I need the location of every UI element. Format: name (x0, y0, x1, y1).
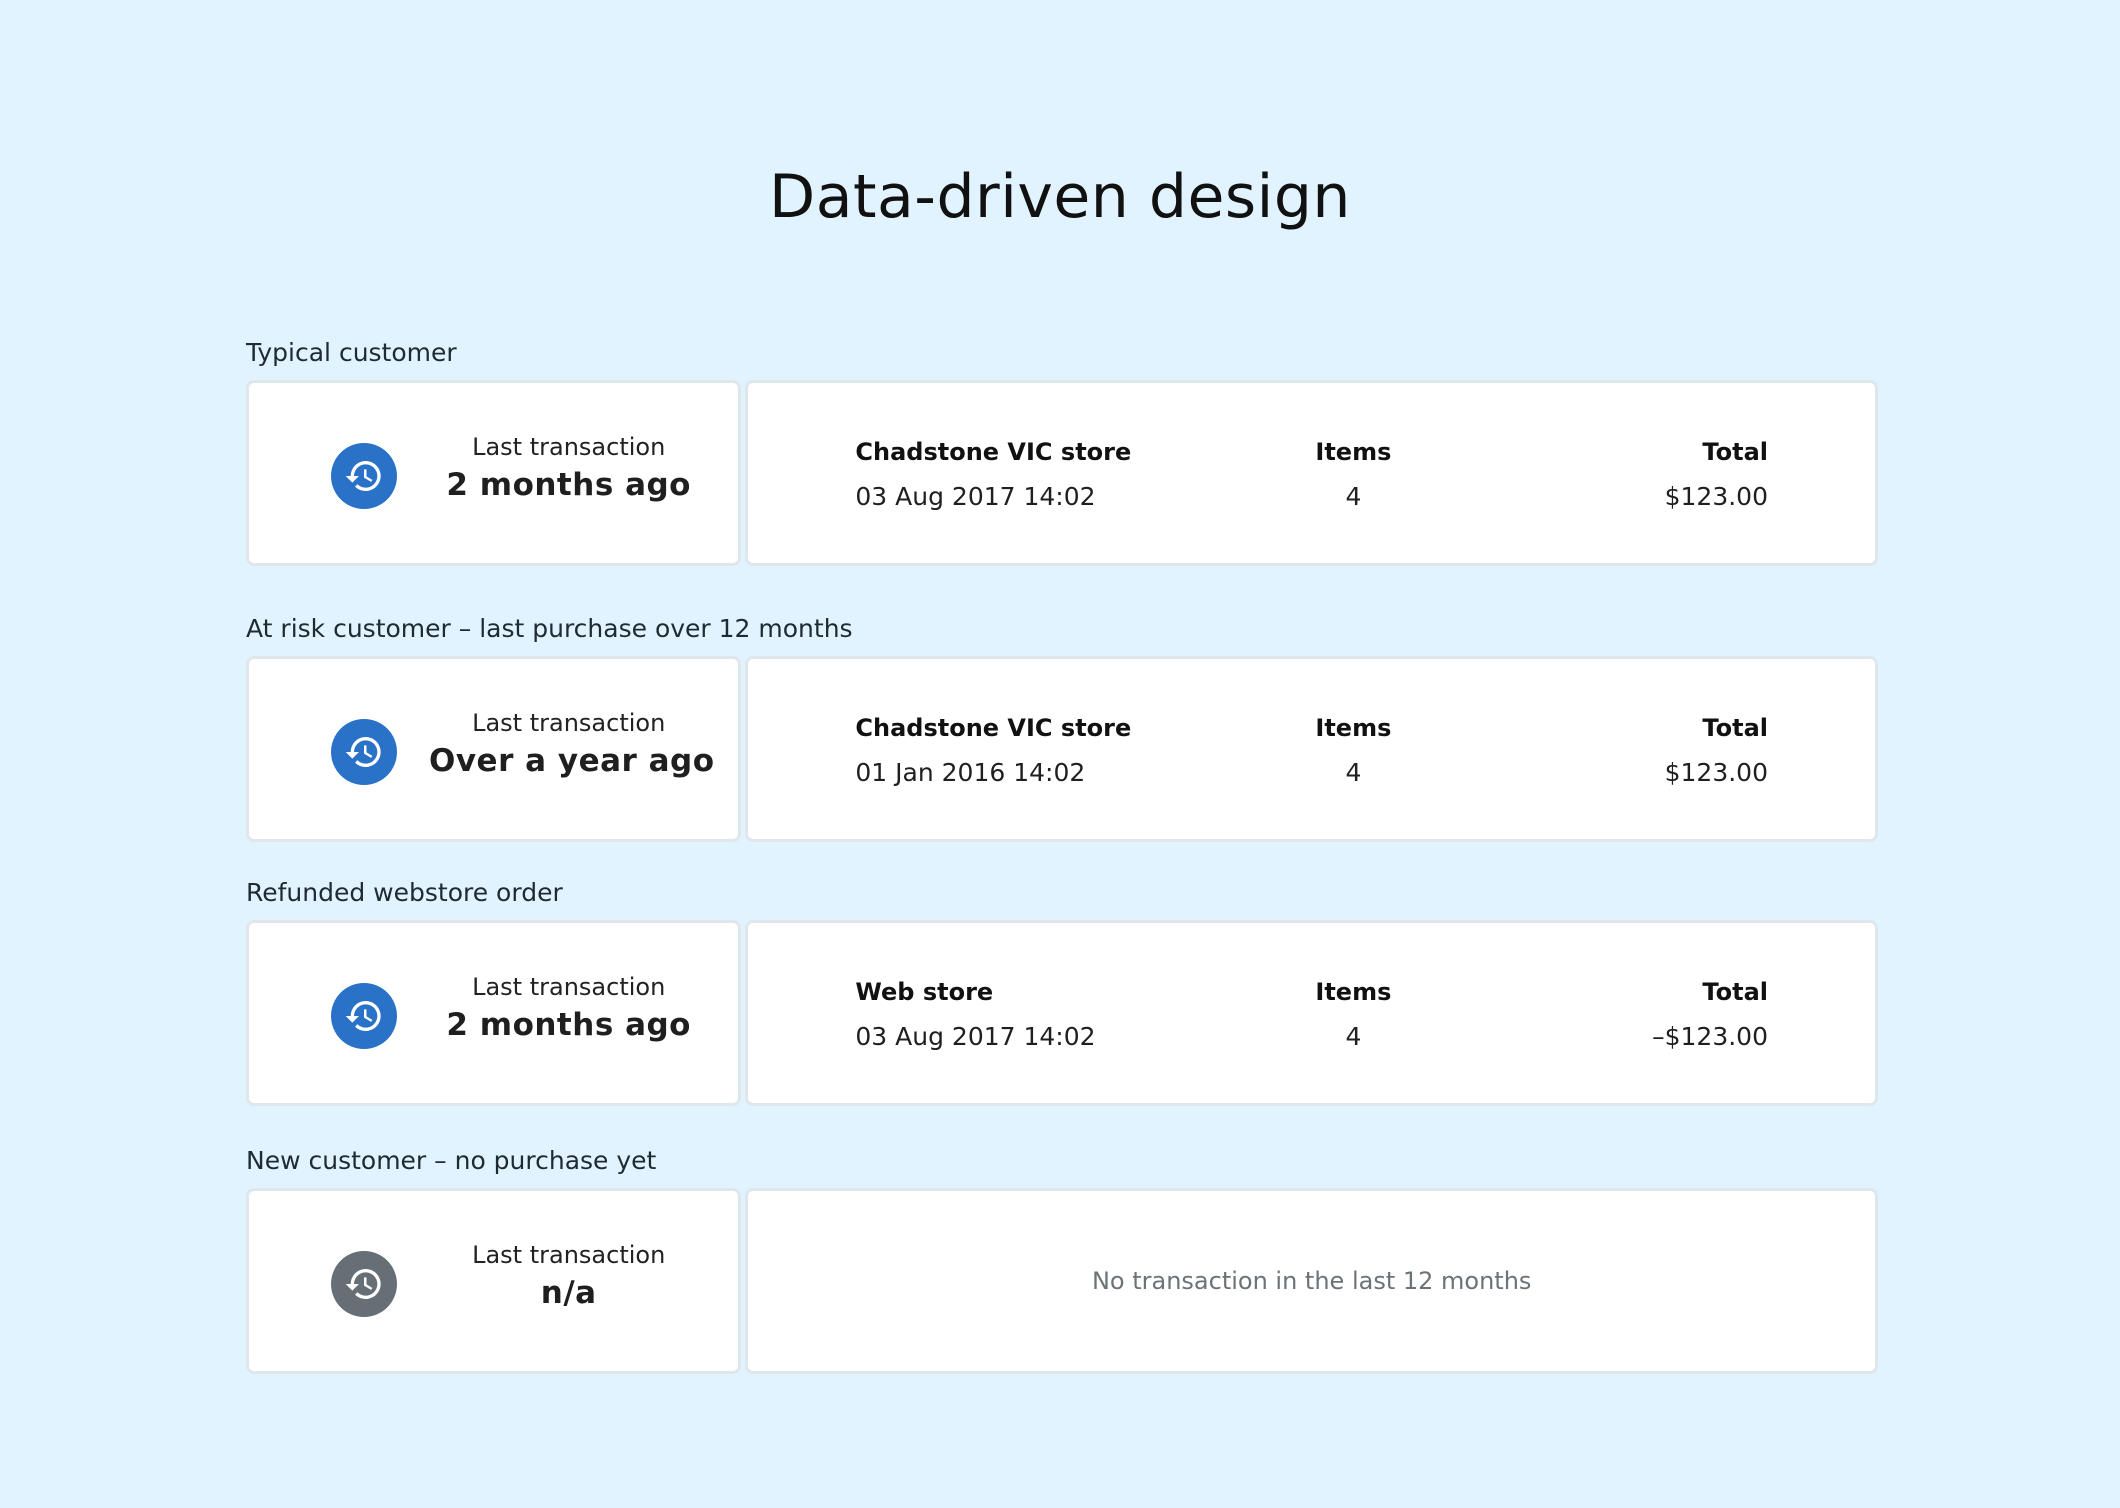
items-count: 4 (1345, 758, 1362, 787)
last-transaction-card[interactable]: Last transaction n/a (246, 1188, 742, 1374)
section-at-risk-customer: At risk customer – last purchase over 12… (246, 612, 1878, 842)
items-header: Items (1315, 438, 1392, 466)
section-label: New customer – no purchase yet (246, 1146, 657, 1175)
store-name: Chadstone VIC store (855, 714, 1132, 742)
transaction-row: Last transaction Over a year ago Chadsto… (246, 656, 1878, 842)
last-transaction-value: 2 months ago (446, 467, 691, 503)
transaction-detail-card[interactable]: Chadstone VIC store 01 Jan 2016 14:02 It… (745, 656, 1878, 842)
items-count: 4 (1345, 482, 1362, 511)
section-label: Typical customer (246, 338, 457, 367)
transaction-detail-card[interactable]: Chadstone VIC store 03 Aug 2017 14:02 It… (745, 380, 1878, 566)
transaction-row: Last transaction 2 months ago Chadstone … (246, 380, 1878, 566)
total-header: Total (1702, 438, 1768, 466)
section-label: At risk customer – last purchase over 12… (246, 614, 853, 643)
total-amount: $123.00 (1664, 758, 1768, 787)
transaction-date: 01 Jan 2016 14:02 (855, 758, 1086, 787)
last-transaction-card[interactable]: Last transaction Over a year ago (246, 656, 742, 842)
history-icon (331, 1251, 397, 1317)
history-icon (331, 443, 397, 509)
items-header: Items (1315, 714, 1392, 742)
store-name: Chadstone VIC store (855, 438, 1132, 466)
total-amount: $123.00 (1664, 482, 1768, 511)
last-transaction-card[interactable]: Last transaction 2 months ago (246, 920, 742, 1106)
store-name: Web store (855, 978, 994, 1006)
last-transaction-value: 2 months ago (446, 1007, 691, 1043)
transaction-date: 03 Aug 2017 14:02 (855, 1022, 1096, 1051)
last-transaction-value: Over a year ago (429, 743, 715, 779)
last-transaction-card[interactable]: Last transaction 2 months ago (246, 380, 742, 566)
total-header: Total (1702, 978, 1768, 1006)
transaction-detail-card[interactable]: No transaction in the last 12 months (745, 1188, 1878, 1374)
total-header: Total (1702, 714, 1768, 742)
last-transaction-label: Last transaction (472, 1241, 666, 1269)
empty-state-message: No transaction in the last 12 months (1091, 1267, 1532, 1295)
section-label: Refunded webstore order (246, 878, 563, 907)
transaction-row: Last transaction 2 months ago Web store … (246, 920, 1878, 1106)
section-typical-customer: Typical customer Last transaction 2 mont… (246, 336, 1878, 566)
section-refunded-webstore-order: Refunded webstore order Last transaction… (246, 876, 1878, 1106)
last-transaction-label: Last transaction (472, 433, 666, 461)
total-amount: –$123.00 (1652, 1022, 1768, 1051)
items-count: 4 (1345, 1022, 1362, 1051)
last-transaction-value: n/a (540, 1275, 597, 1311)
transaction-row: Last transaction n/a No transaction in t… (246, 1188, 1878, 1374)
items-header: Items (1315, 978, 1392, 1006)
last-transaction-label: Last transaction (472, 709, 666, 737)
transaction-detail-card[interactable]: Web store 03 Aug 2017 14:02 Items 4 Tota… (745, 920, 1878, 1106)
section-new-customer: New customer – no purchase yet Last tran… (246, 1144, 1878, 1374)
page-title: Data-driven design (769, 162, 1351, 232)
last-transaction-label: Last transaction (472, 973, 666, 1001)
transaction-date: 03 Aug 2017 14:02 (855, 482, 1096, 511)
history-icon (331, 719, 397, 785)
history-icon (331, 983, 397, 1049)
